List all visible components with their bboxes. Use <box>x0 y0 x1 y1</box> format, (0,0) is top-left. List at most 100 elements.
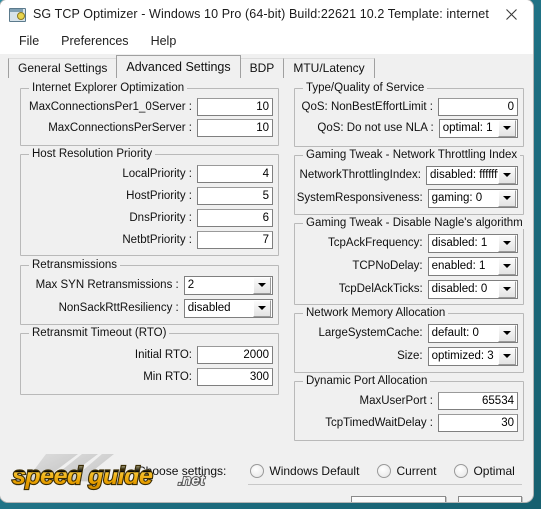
apply-changes-label: Apply changes <box>359 502 438 503</box>
input-qos-nonbesteffortlimit[interactable] <box>438 98 518 116</box>
group-network-throttling: Gaming Tweak - Network Throttling Index … <box>294 149 524 215</box>
combo-tcpdelackticks[interactable]: disabled: 0 <box>427 279 518 299</box>
tab-strip: General Settings Advanced Settings BDP M… <box>8 55 525 78</box>
tab-bdp[interactable]: BDP <box>239 58 285 78</box>
input-maxuserport[interactable] <box>438 392 518 410</box>
label-min-rto: Min RTO: <box>143 371 192 383</box>
menu-bar: File Preferences Help <box>0 28 533 54</box>
chevron-down-icon[interactable] <box>498 166 516 184</box>
combo-systemresponsiveness[interactable]: gaming: 0 <box>427 188 518 208</box>
input-localpriority[interactable] <box>197 165 273 183</box>
input-netbtpriority[interactable] <box>197 231 273 249</box>
combo-value-tcpackfrequency: disabled: 1 <box>431 236 488 249</box>
radio-current[interactable]: Current <box>377 464 436 478</box>
exit-button[interactable]: Exit <box>458 496 522 502</box>
apply-changes-button[interactable]: Apply changes <box>351 496 446 502</box>
chevron-down-icon[interactable] <box>253 299 271 317</box>
input-initial-rto[interactable] <box>197 346 273 364</box>
exit-label: Exit <box>480 502 500 503</box>
menu-item-preferences[interactable]: Preferences <box>50 31 139 51</box>
input-dnspriority[interactable] <box>197 209 273 227</box>
group-nagle: Gaming Tweak - Disable Nagle's algorithm… <box>294 217 526 305</box>
client-area: General Settings Advanced Settings BDP M… <box>0 54 533 502</box>
label-networkthrottlingindex: NetworkThrottlingIndex: <box>299 169 421 181</box>
combo-value-networkthrottlingindex: disabled: ffffffff <box>430 168 498 181</box>
radio-dot-current <box>377 464 392 478</box>
label-qos-nonbesteffortlimit: QoS: NonBestEffortLimit : <box>301 101 433 113</box>
group-title-dynamic-port: Dynamic Port Allocation <box>303 375 431 387</box>
group-title-qos: Type/Quality of Service <box>303 82 428 94</box>
tab-mtu-latency[interactable]: MTU/Latency <box>283 58 375 78</box>
combo-qos-do-not-use-nla[interactable]: optimal: 1 <box>438 118 518 138</box>
combo-max-syn-retransmissions[interactable]: 2 <box>183 275 273 295</box>
label-maxconnectionsper10server: MaxConnectionsPer1_0Server : <box>29 101 192 113</box>
tab-advanced-settings[interactable]: Advanced Settings <box>116 55 241 78</box>
combo-value-largesystemcache: default: 0 <box>431 326 479 339</box>
menu-item-help[interactable]: Help <box>140 31 188 51</box>
combo-largesystemcache[interactable]: default: 0 <box>427 323 518 343</box>
tab-general-settings[interactable]: General Settings <box>8 58 118 78</box>
group-network-memory: Network Memory Allocation LargeSystemCac… <box>294 307 524 373</box>
group-rto: Retransmit Timeout (RTO) Initial RTO: Mi… <box>20 327 279 395</box>
radio-label-windows-default: Windows Default <box>269 464 360 478</box>
chevron-down-icon[interactable] <box>253 276 271 294</box>
label-tcpnodelay: TCPNoDelay: <box>352 260 423 272</box>
combo-value-nonsackrttresiliency: disabled <box>187 301 231 314</box>
group-title-network-throttling: Gaming Tweak - Network Throttling Index <box>303 149 521 161</box>
combo-tcpnodelay[interactable]: enabled: 1 <box>427 256 518 276</box>
group-title-nagle: Gaming Tweak - Disable Nagle's algorithm <box>303 217 526 229</box>
app-icon <box>9 7 26 22</box>
speedguide-logo: speed guide .net <box>6 452 246 498</box>
chevron-down-icon[interactable] <box>498 280 516 298</box>
input-min-rto[interactable] <box>197 368 273 386</box>
radio-label-optimal: Optimal <box>473 464 515 478</box>
combo-nonsackrttresiliency[interactable]: disabled <box>183 298 273 318</box>
chevron-down-icon[interactable] <box>498 234 516 252</box>
label-netbtpriority: NetbtPriority : <box>122 234 192 246</box>
radio-dot-windows-default <box>250 464 265 478</box>
advanced-settings-panel: Internet Explorer Optimization MaxConnec… <box>0 78 533 502</box>
radio-windows-default[interactable]: Windows Default <box>250 464 359 478</box>
chevron-down-icon[interactable] <box>498 324 516 342</box>
combo-value-tcpdelackticks: disabled: 0 <box>431 282 488 295</box>
title-bar: SG TCP Optimizer - Windows 10 Pro (64-bi… <box>0 0 533 28</box>
group-ie-optimization: Internet Explorer Optimization MaxConnec… <box>20 82 279 146</box>
combo-networkthrottlingindex[interactable]: disabled: ffffffff <box>426 165 518 185</box>
close-icon[interactable] <box>489 0 533 28</box>
label-maxconnectionsperserver: MaxConnectionsPerServer : <box>48 122 192 134</box>
combo-value-systemresponsiveness: gaming: 0 <box>431 191 483 204</box>
label-dnspriority: DnsPriority : <box>129 212 192 224</box>
combo-size[interactable]: optimized: 3 <box>427 346 518 366</box>
group-title-ie-optimization: Internet Explorer Optimization <box>29 82 188 94</box>
divider <box>248 484 522 485</box>
input-maxconnectionsperserver[interactable] <box>197 119 273 137</box>
chevron-down-icon[interactable] <box>498 257 516 275</box>
label-hostpriority: HostPriority : <box>126 190 192 202</box>
group-qos: Type/Quality of Service QoS: NonBestEffo… <box>294 82 524 147</box>
combo-value-max-syn-retransmissions: 2 <box>187 278 195 291</box>
combo-value-tcpnodelay: enabled: 1 <box>431 259 486 272</box>
group-title-network-memory: Network Memory Allocation <box>303 307 449 319</box>
group-retransmissions: Retransmissions Max SYN Retransmissions … <box>20 259 279 325</box>
menu-item-file[interactable]: File <box>8 31 50 51</box>
app-window: SG TCP Optimizer - Windows 10 Pro (64-bi… <box>0 0 533 502</box>
combo-tcpackfrequency[interactable]: disabled: 1 <box>427 233 518 253</box>
input-tcptimedwaitdelay[interactable] <box>438 414 518 432</box>
chevron-down-icon[interactable] <box>498 189 516 207</box>
group-title-retransmissions: Retransmissions <box>29 259 120 271</box>
label-size: Size: <box>397 350 423 362</box>
label-largesystemcache: LargeSystemCache: <box>318 327 423 339</box>
radio-optimal[interactable]: Optimal <box>454 464 515 478</box>
label-tcptimedwaitdelay: TcpTimedWaitDelay : <box>325 417 433 429</box>
group-title-rto: Retransmit Timeout (RTO) <box>29 327 170 339</box>
group-title-host-resolution: Host Resolution Priority <box>29 148 156 160</box>
group-dynamic-port: Dynamic Port Allocation MaxUserPort : Tc… <box>294 375 524 441</box>
group-host-resolution: Host Resolution Priority LocalPriority :… <box>20 148 279 256</box>
chevron-down-icon[interactable] <box>498 119 516 137</box>
label-localpriority: LocalPriority : <box>122 168 192 180</box>
input-hostpriority[interactable] <box>197 187 273 205</box>
label-systemresponsiveness: SystemResponsiveness: <box>296 192 423 204</box>
label-nonsackrttresiliency: NonSackRttResiliency : <box>58 302 179 314</box>
input-maxconnectionsper10server[interactable] <box>197 98 273 116</box>
chevron-down-icon[interactable] <box>498 347 516 365</box>
